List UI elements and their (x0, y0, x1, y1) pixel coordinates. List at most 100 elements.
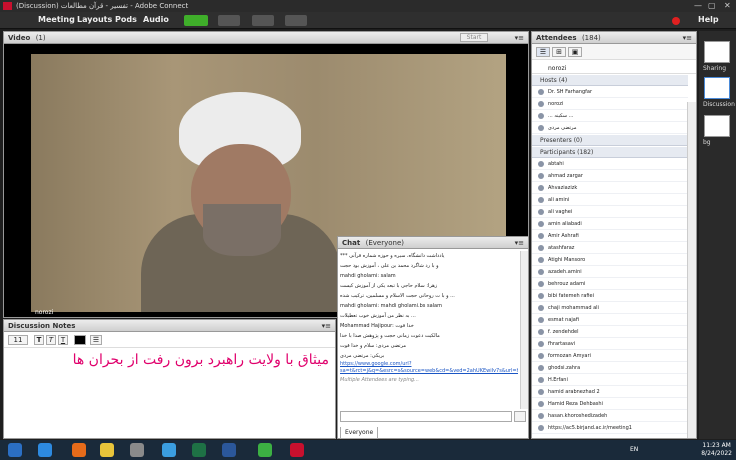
attendee-row[interactable]: Ahvaziazizk (532, 183, 688, 194)
word-icon[interactable] (222, 443, 236, 457)
user-icon (538, 353, 544, 359)
attendee-name: atashfaraz (548, 245, 575, 251)
system-clock[interactable]: 11:23 AM 8/24/2022 (701, 442, 732, 458)
chat-tab-everyone[interactable]: Everyone (340, 427, 379, 439)
user-icon (538, 161, 544, 167)
attendees-scrollbar[interactable] (687, 102, 696, 438)
language-indicator[interactable]: EN (630, 446, 638, 453)
list-view-button[interactable]: ☰ (536, 47, 550, 57)
pod-options-icon[interactable]: ▾≡ (515, 32, 524, 44)
menu-layouts[interactable]: Layouts (77, 15, 112, 24)
attendee-name: Atighi Mansoro (548, 257, 586, 263)
firefox-icon[interactable] (72, 443, 86, 457)
attendee-row[interactable]: f. zendehdel (532, 327, 688, 338)
my-status-row[interactable]: norozi (532, 63, 696, 74)
app-green-icon[interactable] (258, 443, 272, 457)
send-message-button[interactable] (514, 411, 526, 422)
menu-audio[interactable]: Audio (143, 15, 169, 24)
attendee-row[interactable]: chaji mohammad ali (532, 303, 688, 314)
attendee-row[interactable]: H.Erfani (532, 375, 688, 386)
attendee-row[interactable]: ali vaghei (532, 207, 688, 218)
menu-bar: Meeting Layouts Pods Audio Help (0, 12, 736, 29)
folder-icon[interactable] (100, 443, 114, 457)
typing-indicator: Multiple Attendees are typing... (340, 377, 419, 383)
font-size-select[interactable]: 11 (8, 335, 28, 345)
attendee-row[interactable]: abtahi (532, 159, 688, 170)
attendee-row[interactable]: https://ac5.birjand.ac.ir/meeting1 (532, 423, 688, 434)
attendee-row[interactable]: ahmad zargar (532, 171, 688, 182)
chrome-icon[interactable] (162, 443, 176, 457)
excel-icon[interactable] (192, 443, 206, 457)
attendee-row[interactable]: atashfaraz (532, 243, 688, 254)
adobe-connect-taskbar-icon[interactable] (290, 443, 304, 457)
attendee-row[interactable]: ghodsi.zahra (532, 363, 688, 374)
user-icon (538, 89, 544, 95)
attendee-row[interactable]: Atighi Mansoro (532, 255, 688, 266)
start-button-icon[interactable] (8, 443, 22, 457)
camera-button[interactable] (252, 15, 274, 26)
attendee-name: f. zendehdel (548, 329, 579, 335)
attendee-row[interactable]: esmat najafi (532, 315, 688, 326)
bullet-list-button[interactable]: ☰ (90, 335, 102, 345)
attendee-row[interactable]: hasan.khoroshedizadeh (532, 411, 688, 422)
attendee-name: formozan Amyari (548, 353, 591, 359)
media-icon[interactable] (130, 443, 144, 457)
raise-hand-button[interactable] (285, 15, 307, 26)
recording-indicator-icon (672, 17, 680, 25)
attendee-row[interactable]: azadeh.amini (532, 267, 688, 278)
chat-input[interactable] (340, 411, 512, 422)
italic-button[interactable]: T (46, 335, 56, 345)
menu-pods[interactable]: Pods (115, 15, 137, 24)
menu-help[interactable]: Help (698, 15, 719, 24)
attendee-row[interactable]: amin aliabadi (532, 219, 688, 230)
my-name: norozi (548, 65, 567, 72)
breakout-view-button[interactable]: ⊞ (552, 47, 566, 57)
attendee-row[interactable]: norozi (532, 99, 688, 110)
menu-meeting[interactable]: Meeting (38, 15, 75, 24)
attendee-row[interactable]: formozan Amyari (532, 351, 688, 362)
attendees-pod-title: Attendees (536, 34, 577, 42)
notes-options-icon[interactable]: ▾≡ (322, 320, 331, 332)
attendee-row[interactable]: hamid arabnezhad 2 (532, 387, 688, 398)
notes-text[interactable]: میثاق با ولایت راهبرد برون رفت از بحران … (8, 350, 329, 371)
ie-icon[interactable] (38, 443, 52, 457)
attendee-section-header[interactable]: Participants (182) (532, 147, 688, 158)
chat-link[interactable]: https://www.google.com/url?sa=t&rct=j&q=… (340, 361, 518, 375)
text-color-button[interactable] (74, 335, 86, 345)
chat-scrollbar[interactable] (520, 251, 528, 409)
attendee-section-header[interactable]: Presenters (0) (532, 135, 688, 146)
attendee-name: esmat najafi (548, 317, 580, 323)
attendee-row[interactable]: ... سکینه ... (532, 111, 688, 122)
attendees-options-icon[interactable]: ▾≡ (683, 32, 692, 44)
restore-button[interactable]: ▢ (708, 0, 716, 12)
bold-button[interactable]: T (34, 335, 44, 345)
layout-thumb-bg[interactable] (704, 115, 730, 137)
minimize-button[interactable]: — (694, 0, 702, 12)
close-window-button[interactable]: ✕ (724, 0, 731, 12)
attendee-name: norozi (548, 101, 564, 107)
underline-button[interactable]: T (58, 335, 68, 345)
attendee-row[interactable]: behrouz adami (532, 279, 688, 290)
status-view-button[interactable]: ▣ (568, 47, 582, 57)
layout-thumb-sharing[interactable] (704, 41, 730, 63)
attendee-section-header[interactable]: Hosts (4) (532, 75, 688, 86)
chat-message: mahdi gholami: salam (340, 273, 396, 279)
attendee-row[interactable]: fhrartasavi (532, 339, 688, 350)
attendee-row[interactable]: مرتضی مردی (532, 123, 688, 134)
speaker-toggle-button[interactable] (184, 15, 208, 26)
attendee-row[interactable]: bibi fatemeh rafiei (532, 291, 688, 302)
layout-label-discussion: Discussion (703, 101, 735, 108)
user-icon (538, 221, 544, 227)
user-icon (538, 101, 544, 107)
attendee-row[interactable]: Hamid Reza Dehbashi (532, 399, 688, 410)
user-icon (538, 401, 544, 407)
attendee-row[interactable]: Dr. SH Farhangfar (532, 87, 688, 98)
attendee-row[interactable]: Amir Ashrafi (532, 231, 688, 242)
chat-options-icon[interactable]: ▾≡ (515, 237, 524, 249)
attendee-name: fhrartasavi (548, 341, 576, 347)
layout-thumb-discussion[interactable] (704, 77, 730, 99)
start-video-button[interactable]: Start (460, 33, 488, 42)
attendee-name: ... سکینه ... (548, 113, 574, 119)
attendee-row[interactable]: ali amini (532, 195, 688, 206)
microphone-button[interactable] (218, 15, 240, 26)
